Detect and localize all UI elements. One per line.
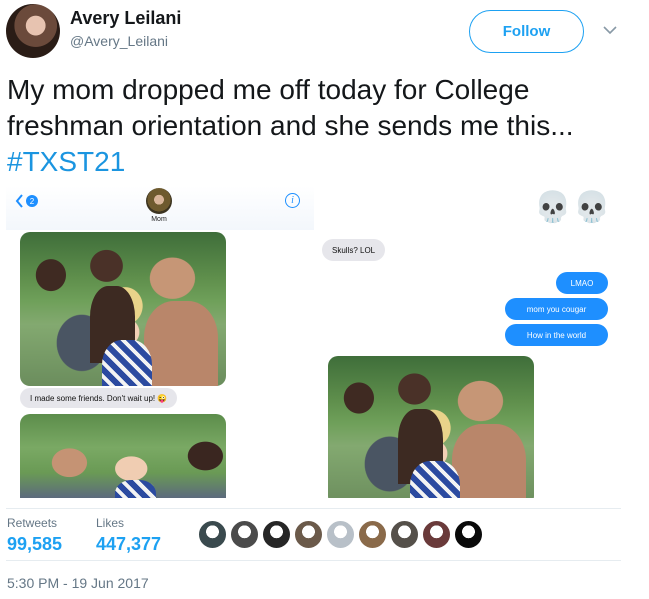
avatar[interactable] — [6, 4, 60, 58]
tweet-timestamp[interactable]: 5:30 PM - 19 Jun 2017 — [7, 575, 149, 591]
display-name[interactable]: Avery Leilani — [70, 8, 181, 29]
liker-avatars — [198, 520, 483, 552]
tweet-body: My mom dropped me off today for College … — [7, 74, 574, 141]
photo-figure — [451, 423, 526, 498]
imessage-header: 2 Mom i — [6, 186, 314, 230]
message-bubble-received: Skulls? LOL — [322, 239, 386, 261]
group-photo-2[interactable] — [20, 414, 226, 498]
message-bubble-sent: How in the world — [505, 324, 608, 346]
liker-avatar[interactable] — [198, 520, 227, 549]
message-bubble-sent: mom you cougar — [505, 298, 608, 320]
photo-figure — [410, 461, 460, 498]
photo-figure — [102, 339, 152, 386]
retweets-count: 99,585 — [7, 534, 63, 554]
tweet-text: My mom dropped me off today for College … — [7, 72, 637, 180]
retweets-stat[interactable]: Retweets 99,585 — [7, 516, 62, 555]
likes-stat[interactable]: Likes 447,377 — [96, 516, 161, 555]
contact-avatar[interactable] — [146, 188, 172, 214]
liker-avatar[interactable] — [326, 520, 355, 549]
back-icon[interactable]: 2 — [15, 193, 43, 209]
liker-avatar[interactable] — [422, 520, 451, 549]
skull-emoji-reply: 💀💀 — [534, 191, 613, 224]
liker-avatar[interactable] — [294, 520, 323, 549]
liker-avatar[interactable] — [390, 520, 419, 549]
photo-figure — [143, 301, 218, 386]
liker-avatar[interactable] — [230, 520, 259, 549]
chevron-down-icon[interactable] — [602, 22, 618, 38]
message-bubble-received: I made some friends. Don't wait up! 😜 — [20, 388, 178, 408]
divider — [6, 560, 621, 561]
liker-avatar[interactable] — [454, 520, 483, 549]
divider — [6, 508, 621, 509]
back-badge-count: 2 — [30, 197, 35, 206]
contact-name: Mom — [151, 216, 167, 223]
message-bubble-sent: LMAO — [556, 272, 608, 294]
info-icon[interactable]: i — [285, 193, 300, 208]
photo-figure — [114, 479, 156, 498]
likes-count: 447,377 — [96, 534, 162, 554]
follow-button[interactable]: Follow — [469, 10, 584, 53]
liker-avatar[interactable] — [262, 520, 291, 549]
tweet-media[interactable]: 2 Mom i I made some friends. Don't wait … — [6, 186, 620, 498]
user-handle[interactable]: @Avery_Leilani — [70, 33, 168, 49]
group-photo-1[interactable] — [20, 232, 226, 386]
retweets-label: Retweets — [7, 516, 58, 530]
group-photo-3[interactable] — [328, 356, 534, 498]
hashtag-link[interactable]: #TXST21 — [7, 146, 125, 177]
liker-avatar[interactable] — [358, 520, 387, 549]
likes-label: Likes — [96, 516, 125, 530]
